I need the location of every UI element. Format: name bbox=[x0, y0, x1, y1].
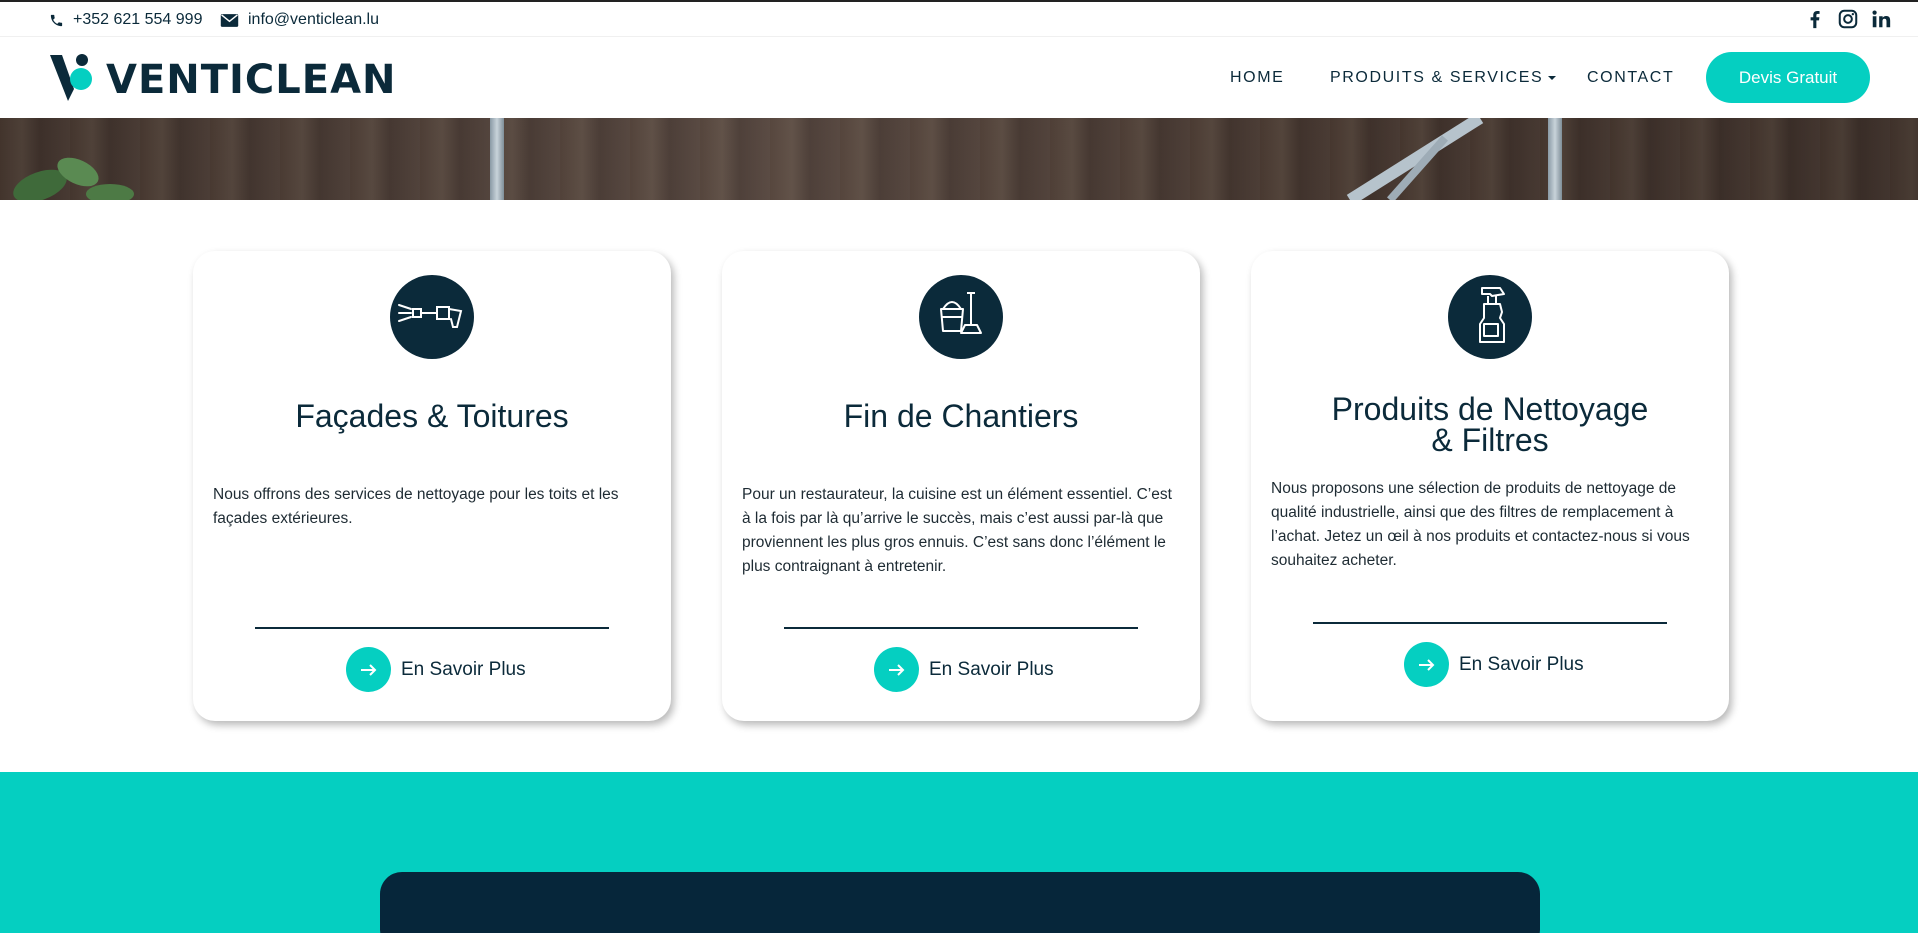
logo-text: VENTICLEAN bbox=[106, 56, 397, 103]
linkedin-icon[interactable] bbox=[1870, 8, 1892, 30]
en-savoir-plus-link[interactable]: En Savoir Plus bbox=[346, 647, 526, 692]
card-icon-badge bbox=[390, 275, 474, 359]
email-contact[interactable]: info@venticlean.lu bbox=[220, 11, 379, 29]
bucket-broom-icon bbox=[933, 287, 989, 348]
arrow-right-icon bbox=[874, 647, 919, 692]
en-savoir-plus-link[interactable]: En Savoir Plus bbox=[1404, 642, 1584, 687]
card-icon-badge bbox=[919, 275, 1003, 359]
ladder-shape bbox=[1346, 118, 1484, 200]
divider bbox=[784, 627, 1138, 629]
en-savoir-plus-link[interactable]: En Savoir Plus bbox=[874, 647, 1054, 692]
link-label: En Savoir Plus bbox=[929, 658, 1054, 680]
email-address: info@venticlean.lu bbox=[248, 11, 379, 28]
top-contact-bar: +352 621 554 999 info@venticlean.lu bbox=[0, 0, 1918, 37]
instagram-icon[interactable] bbox=[1837, 8, 1859, 30]
venticlean-logo[interactable]: VENTICLEAN bbox=[48, 51, 397, 108]
service-card-produits: Produits de Nettoyage & Filtres Nous pro… bbox=[1251, 251, 1729, 721]
teal-section bbox=[0, 772, 1918, 933]
pressure-washer-icon bbox=[397, 295, 467, 340]
chevron-down-icon bbox=[1548, 75, 1557, 80]
mail-icon bbox=[220, 13, 239, 28]
nav-produits-label: PRODUITS & SERVICES bbox=[1330, 68, 1544, 86]
card-title: Produits de Nettoyage & Filtres bbox=[1251, 393, 1729, 458]
phone-number: +352 621 554 999 bbox=[73, 11, 203, 28]
dark-panel bbox=[380, 872, 1540, 933]
link-label: En Savoir Plus bbox=[1459, 653, 1584, 675]
divider bbox=[255, 627, 609, 629]
nav-home[interactable]: HOME bbox=[1230, 37, 1284, 118]
social-links bbox=[1804, 8, 1892, 30]
card-title: Fin de Chantiers bbox=[843, 398, 1079, 434]
arrow-right-icon bbox=[346, 647, 391, 692]
arrow-right-icon bbox=[1404, 642, 1449, 687]
card-description: Nous offrons des services de nettoyage p… bbox=[213, 486, 619, 527]
hero-image-strip bbox=[0, 118, 1918, 200]
phone-contact[interactable]: +352 621 554 999 bbox=[49, 11, 202, 29]
card-description: Nous proposons une sélection de produits… bbox=[1271, 480, 1690, 569]
divider bbox=[1313, 622, 1667, 624]
plant-leaves bbox=[13, 157, 134, 200]
card-title: Façades & Toitures bbox=[295, 398, 569, 434]
card-icon-badge bbox=[1448, 275, 1532, 359]
link-label: En Savoir Plus bbox=[401, 658, 526, 680]
service-card-facades: Façades & Toitures Nous offrons des serv… bbox=[193, 251, 671, 721]
facebook-icon[interactable] bbox=[1804, 8, 1826, 30]
spray-bottle-icon bbox=[1468, 284, 1512, 351]
phone-icon bbox=[49, 13, 64, 28]
card-description: Pour un restaurateur, la cuisine est un … bbox=[742, 486, 1172, 575]
devis-gratuit-button[interactable]: Devis Gratuit bbox=[1706, 52, 1870, 103]
service-card-fin-chantiers: Fin de Chantiers Pour un restaurateur, l… bbox=[722, 251, 1200, 721]
logo-mark-icon bbox=[48, 51, 100, 108]
card-title-line2: & Filtres bbox=[1431, 422, 1549, 458]
site-header: VENTICLEAN HOME PRODUITS & SERVICES CONT… bbox=[0, 37, 1918, 118]
nav-contact[interactable]: CONTACT bbox=[1587, 37, 1674, 118]
nav-produits-services[interactable]: PRODUITS & SERVICES bbox=[1330, 37, 1557, 118]
